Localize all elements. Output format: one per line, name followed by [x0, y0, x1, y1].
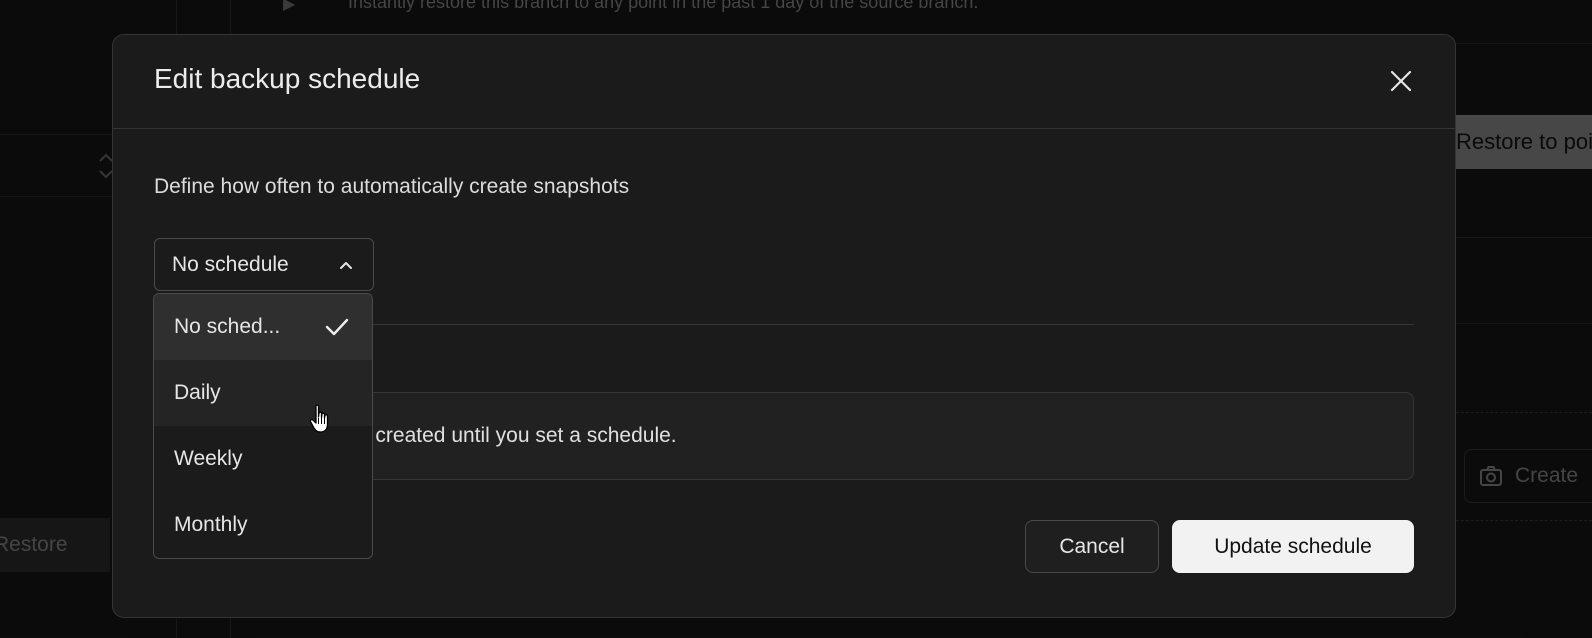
- option-label: Weekly: [174, 447, 243, 470]
- chevron-up-icon: [340, 261, 352, 269]
- close-icon: [1390, 70, 1412, 92]
- option-weekly[interactable]: Weekly: [154, 426, 372, 492]
- modal-title: Edit backup schedule: [154, 63, 421, 94]
- schedule-select-value: No schedule: [172, 252, 289, 276]
- option-daily[interactable]: Daily: [154, 360, 372, 426]
- modal-description: Define how often to automatically create…: [154, 175, 630, 198]
- option-no-schedule[interactable]: No sched...: [154, 294, 372, 360]
- cancel-button[interactable]: Cancel: [1025, 520, 1159, 573]
- schedule-select[interactable]: No schedule: [154, 238, 374, 291]
- option-monthly[interactable]: Monthly: [154, 492, 372, 558]
- update-schedule-button[interactable]: Update schedule: [1172, 520, 1414, 573]
- check-icon: [325, 318, 349, 336]
- option-label: Monthly: [174, 513, 248, 536]
- close-button[interactable]: [1385, 65, 1417, 97]
- schedule-options-list: No sched... Daily Weekly Monthly: [153, 293, 373, 559]
- option-label: No sched...: [174, 315, 281, 338]
- option-label: Daily: [174, 381, 221, 404]
- modal-header: Edit backup schedule: [113, 35, 1455, 129]
